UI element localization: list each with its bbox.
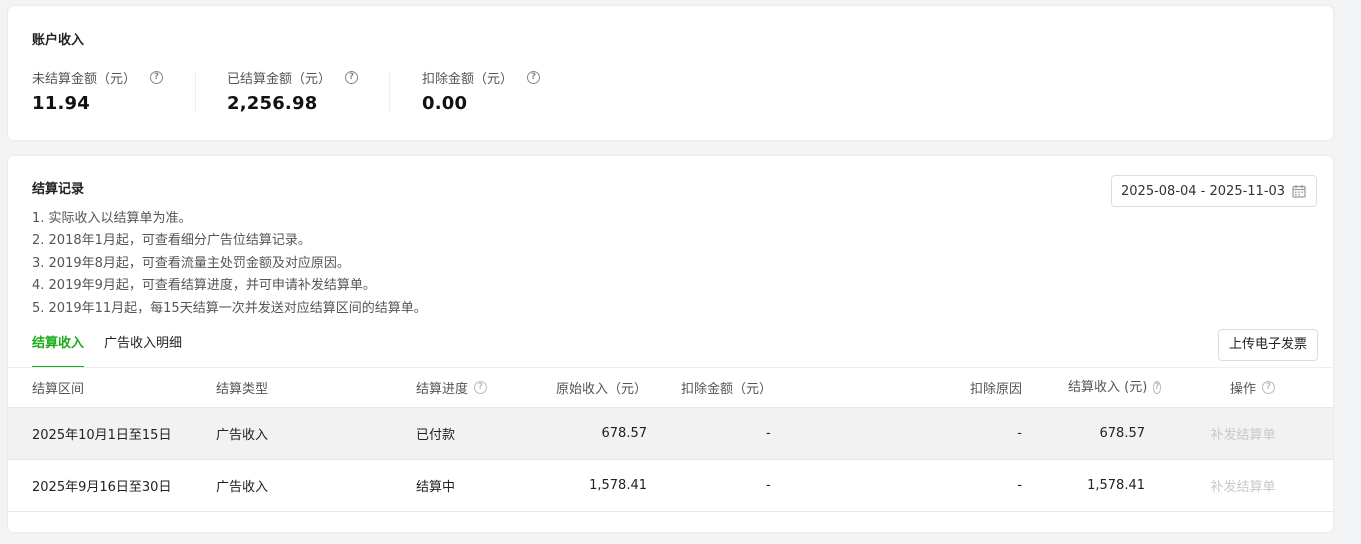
stat-label: 未结算金额（元） bbox=[32, 72, 137, 87]
settle-title: 结算记录 bbox=[32, 182, 85, 197]
cell-type: 广告收入 bbox=[216, 428, 269, 443]
table-row: 2025年10月1日至15日 广告收入 已付款 678.57 - - 678.5… bbox=[8, 408, 1333, 460]
income-title: 账户收入 bbox=[32, 33, 85, 48]
table-row: 2025年9月16日至30日 广告收入 结算中 1,578.41 - - 1,5… bbox=[8, 460, 1333, 512]
stat-settled: 已结算金额（元） ? 2,256.98 bbox=[227, 68, 359, 116]
upload-invoice-button[interactable]: 上传电子发票 bbox=[1218, 329, 1318, 361]
cell-reason: - bbox=[1017, 426, 1022, 441]
cell-deduct: - bbox=[766, 478, 771, 493]
settlement-table: 结算区间 结算类型 结算进度 ? 原始收入（元） 扣除金额（元） 扣除原因 结算… bbox=[8, 367, 1333, 512]
divider bbox=[389, 72, 390, 112]
note-line: 2. 2018年1月起，可查看细分广告位结算记录。 bbox=[32, 233, 311, 249]
cell-deduct: - bbox=[766, 426, 771, 441]
stat-value: 2,256.98 bbox=[227, 93, 318, 114]
calendar-icon bbox=[1292, 185, 1306, 198]
settle-tabs: 结算收入 广告收入明细 bbox=[32, 332, 182, 368]
cell-period: 2025年9月16日至30日 bbox=[32, 480, 172, 495]
cell-progress: 已付款 bbox=[416, 428, 456, 443]
settlement-notes: 1. 实际收入以结算单为准。 2. 2018年1月起，可查看细分广告位结算记录。… bbox=[32, 208, 427, 320]
cell-original: 1,578.41 bbox=[589, 478, 647, 493]
col-progress: 结算进度 bbox=[416, 382, 469, 397]
divider bbox=[195, 72, 196, 112]
note-line: 1. 实际收入以结算单为准。 bbox=[32, 211, 192, 226]
note-line: 5. 2019年11月起，每15天结算一次并发送对应结算区间的结算单。 bbox=[32, 300, 427, 316]
cell-original: 678.57 bbox=[601, 426, 648, 441]
col-action: 操作 bbox=[1230, 382, 1257, 397]
cell-period: 2025年10月1日至15日 bbox=[32, 428, 172, 443]
cell-settled: 678.57 bbox=[1099, 426, 1146, 441]
col-deduct: 扣除金额（元） bbox=[681, 382, 773, 397]
col-period: 结算区间 bbox=[32, 382, 85, 397]
reissue-statement-link[interactable]: 补发结算单 bbox=[1188, 408, 1298, 459]
account-income-card: 账户收入 未结算金额（元） ? 11.94 已结算金额（元） ? 2,256.9… bbox=[8, 6, 1333, 140]
stat-value: 11.94 bbox=[32, 93, 90, 114]
help-icon[interactable]: ? bbox=[1262, 381, 1276, 394]
stat-label: 已结算金额（元） bbox=[227, 72, 332, 87]
col-action-header: 操作 ? bbox=[1230, 368, 1276, 407]
stat-deducted: 扣除金额（元） ? 0.00 bbox=[422, 68, 541, 116]
reissue-statement-link[interactable]: 补发结算单 bbox=[1188, 460, 1298, 511]
help-icon[interactable]: ? bbox=[150, 71, 164, 84]
col-progress-header: 结算进度 ? bbox=[416, 368, 488, 407]
settlement-records-card: 结算记录 2025-08-04 - 2025-11-03 1. 实际收入以结算单… bbox=[8, 156, 1333, 532]
note-line: 4. 2019年9月起，可查看结算进度，并可申请补发结算单。 bbox=[32, 278, 376, 294]
cell-progress: 结算中 bbox=[416, 480, 456, 495]
tab-settled-income[interactable]: 结算收入 bbox=[32, 332, 85, 368]
col-reason: 扣除原因 bbox=[969, 382, 1022, 397]
help-icon[interactable]: ? bbox=[1153, 381, 1161, 394]
tab-ad-income-detail[interactable]: 广告收入明细 bbox=[104, 332, 182, 368]
help-icon[interactable]: ? bbox=[345, 71, 359, 84]
cell-type: 广告收入 bbox=[216, 480, 269, 495]
col-settled-line2: (元) bbox=[1124, 380, 1148, 395]
stat-label: 扣除金额（元） bbox=[422, 72, 514, 87]
col-settled-line1: 结算收入 bbox=[1068, 380, 1121, 395]
stat-value: 0.00 bbox=[422, 93, 468, 114]
help-icon[interactable]: ? bbox=[527, 71, 541, 84]
cell-settled: 1,578.41 bbox=[1087, 478, 1145, 493]
help-icon[interactable]: ? bbox=[474, 381, 488, 394]
col-original: 原始收入（元） bbox=[555, 382, 647, 397]
cell-reason: - bbox=[1017, 478, 1022, 493]
date-range-picker[interactable]: 2025-08-04 - 2025-11-03 bbox=[1111, 175, 1317, 207]
stat-unsettled: 未结算金额（元） ? 11.94 bbox=[32, 68, 164, 116]
note-line: 3. 2019年8月起，可查看流量主处罚金额及对应原因。 bbox=[32, 255, 350, 271]
col-settled-header: 结算收入 (元) ? bbox=[1068, 368, 1161, 407]
date-range-value: 2025-08-04 - 2025-11-03 bbox=[1121, 183, 1286, 199]
col-type: 结算类型 bbox=[216, 382, 269, 397]
table-header: 结算区间 结算类型 结算进度 ? 原始收入（元） 扣除金额（元） 扣除原因 结算… bbox=[8, 367, 1333, 408]
